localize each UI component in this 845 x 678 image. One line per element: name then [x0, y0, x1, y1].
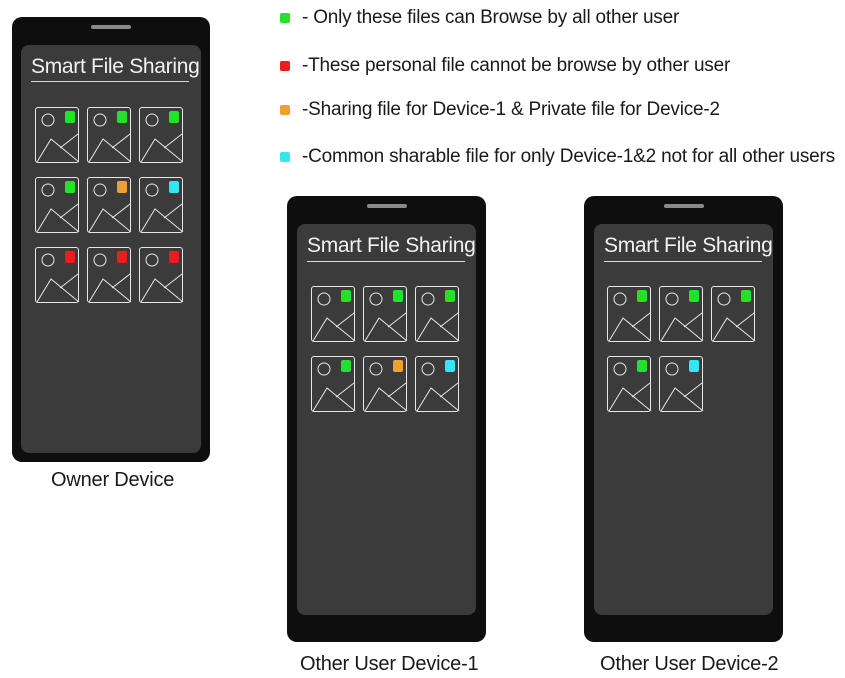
green-badge-icon — [65, 181, 75, 193]
legend-text: -Sharing file for Device-1 & Private fil… — [302, 99, 720, 120]
green-badge-icon — [341, 290, 351, 302]
device-1-screen: Smart File Sharing — [297, 224, 476, 615]
file-tile[interactable] — [607, 356, 652, 412]
file-tile[interactable] — [35, 177, 80, 233]
orange-badge-icon — [117, 181, 127, 193]
file-tile[interactable] — [87, 177, 132, 233]
legend-item-private: -These personal file cannot be browse by… — [280, 55, 730, 77]
owner-device-label: Owner Device — [51, 469, 175, 491]
file-tile[interactable] — [139, 177, 184, 233]
device-1-label: Other User Device-1 — [300, 653, 479, 675]
green-badge-icon — [637, 290, 647, 302]
green-square-icon — [280, 13, 290, 23]
cyan-badge-icon — [689, 360, 699, 372]
orange-badge-icon — [393, 360, 403, 372]
file-tile[interactable] — [87, 107, 132, 163]
title-underline — [307, 261, 465, 262]
file-tile[interactable] — [87, 247, 132, 303]
legend-item-device-1-share: -Sharing file for Device-1 & Private fil… — [280, 99, 720, 121]
speaker-slot — [663, 204, 704, 208]
file-tile[interactable] — [607, 286, 652, 342]
file-tile[interactable] — [711, 286, 756, 342]
file-tile[interactable] — [311, 356, 356, 412]
legend-text: - Only these files can Browse by all oth… — [302, 7, 680, 28]
file-tile[interactable] — [659, 286, 704, 342]
device-2-label: Other User Device-2 — [600, 653, 779, 675]
file-tile[interactable] — [363, 286, 408, 342]
cyan-square-icon — [280, 152, 290, 162]
legend-item-common-share: -Common sharable file for only Device-1&… — [280, 146, 835, 168]
title-underline — [31, 81, 189, 82]
file-tile[interactable] — [311, 286, 356, 342]
speaker-slot — [91, 25, 131, 29]
device-1-phone: Smart File Sharing — [287, 196, 486, 642]
green-badge-icon — [341, 360, 351, 372]
file-tile[interactable] — [35, 247, 80, 303]
cyan-badge-icon — [169, 181, 179, 193]
owner-device-screen: Smart File Sharing — [21, 45, 201, 453]
red-badge-icon — [169, 251, 179, 263]
file-tile[interactable] — [415, 356, 460, 412]
device-2-screen: Smart File Sharing — [594, 224, 773, 615]
green-badge-icon — [169, 111, 179, 123]
device-2-phone: Smart File Sharing — [584, 196, 783, 642]
green-badge-icon — [65, 111, 75, 123]
legend-text: -Common sharable file for only Device-1&… — [302, 146, 835, 167]
app-title: Smart File Sharing — [307, 234, 476, 257]
green-badge-icon — [393, 290, 403, 302]
red-square-icon — [280, 61, 290, 71]
app-title: Smart File Sharing — [604, 234, 773, 257]
file-tile[interactable] — [35, 107, 80, 163]
file-tile[interactable] — [363, 356, 408, 412]
owner-device-phone: Smart File Sharing — [12, 17, 210, 462]
legend-text: -These personal file cannot be browse by… — [302, 55, 731, 76]
green-badge-icon — [741, 290, 751, 302]
orange-square-icon — [280, 105, 290, 115]
red-badge-icon — [117, 251, 127, 263]
green-badge-icon — [637, 360, 647, 372]
legend-item-public: - Only these files can Browse by all oth… — [280, 7, 679, 29]
app-title: Smart File Sharing — [31, 55, 200, 78]
cyan-badge-icon — [445, 360, 455, 372]
speaker-slot — [366, 204, 407, 208]
file-tile[interactable] — [659, 356, 704, 412]
green-badge-icon — [689, 290, 699, 302]
green-badge-icon — [445, 290, 455, 302]
red-badge-icon — [65, 251, 75, 263]
file-tile[interactable] — [139, 247, 184, 303]
file-tile[interactable] — [139, 107, 184, 163]
green-badge-icon — [117, 111, 127, 123]
title-underline — [604, 261, 762, 262]
file-tile[interactable] — [415, 286, 460, 342]
